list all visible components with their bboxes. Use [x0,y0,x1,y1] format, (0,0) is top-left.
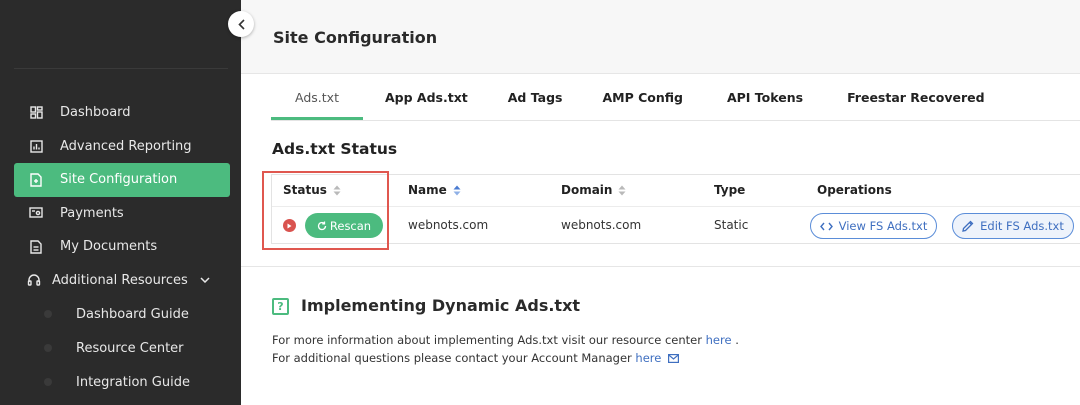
sidebar-item-label: Additional Resources [52,272,188,288]
column-header-name[interactable]: Name [408,183,461,197]
sidebar-item-label: Dashboard [60,105,131,121]
column-header-type: Type [714,183,746,197]
headset-icon [26,272,42,288]
tab-ad-tags[interactable]: Ad Tags [508,82,563,120]
bullet-icon [44,344,52,352]
tab-api-tokens[interactable]: API Tokens [727,82,803,120]
sidebar-item-advanced-reporting[interactable]: Advanced Reporting [14,130,230,164]
sidebar-collapse-button[interactable] [228,11,254,37]
column-header-status[interactable]: Status [283,183,341,197]
edit-fs-ads-txt-button[interactable]: Edit FS Ads.txt [952,213,1074,239]
table-header: Status Name Domain Type Operations [272,175,1080,207]
bullet-icon [44,378,52,386]
tab-freestar-recovered[interactable]: Freestar Recovered [847,82,985,120]
info-text: For additional questions please contact … [272,351,632,365]
view-button-label: View FS Ads.txt [838,219,928,233]
code-icon [819,222,839,231]
chevron-down-icon [200,277,210,284]
payments-icon [28,205,44,221]
report-icon [28,138,44,154]
sidebar-item-site-configuration[interactable]: Site Configuration [14,163,230,197]
sidebar-item-label: Advanced Reporting [60,138,192,154]
dashboard-icon [28,105,44,121]
sidebar-item-label: Site Configuration [60,172,178,188]
sidebar-subitem-label: Integration Guide [76,374,190,390]
status-error-icon [283,219,296,232]
sidebar-item-payments[interactable]: Payments [14,197,230,231]
sidebar-item-label: My Documents [60,239,158,255]
tab-divider [271,120,1080,121]
sidebar-subitem-resource-center[interactable]: Resource Center [14,331,230,365]
cell-domain: webnots.com [561,218,642,232]
bullet-icon [44,310,52,318]
info-line-account-manager: For additional questions please contact … [272,351,679,365]
account-manager-link[interactable]: here [635,351,679,365]
view-fs-ads-txt-button[interactable]: View FS Ads.txt [810,213,937,239]
info-line-resource-center: For more information about implementing … [272,333,739,347]
cell-name: webnots.com [408,218,489,232]
ads-txt-table: Status Name Domain Type Operations Resca… [271,174,1080,244]
help-icon: ? [272,298,289,315]
sidebar-divider [14,68,228,69]
sort-icon [618,185,626,196]
column-header-label: Domain [561,183,613,197]
sidebar-subitem-dashboard-guide[interactable]: Dashboard Guide [14,297,230,331]
section-title: Ads.txt Status [272,140,398,158]
column-header-label: Name [408,183,447,197]
info-title: Implementing Dynamic Ads.txt [301,296,581,315]
edit-button-label: Edit FS Ads.txt [980,219,1064,233]
document-icon [28,239,44,255]
sidebar-item-additional-resources[interactable]: Additional Resources [14,264,230,298]
tab-amp-config[interactable]: AMP Config [602,82,683,120]
chevron-left-icon [237,18,245,30]
account-manager-link-label: here [635,351,662,365]
tab-app-ads-txt[interactable]: App Ads.txt [385,82,468,120]
sidebar-subitem-integration-guide[interactable]: Integration Guide [14,365,230,399]
mail-icon [668,354,679,363]
info-text: For more information about implementing … [272,333,702,347]
refresh-icon [317,221,330,231]
sidebar-nav: Dashboard Advanced Reporting Site Config… [14,96,230,399]
page-header: Site Configuration [241,0,1080,74]
info-text-suffix: . [735,333,739,347]
sidebar: Dashboard Advanced Reporting Site Config… [0,0,241,405]
sort-icon [333,185,341,196]
pencil-icon [962,220,980,232]
sidebar-item-my-documents[interactable]: My Documents [14,230,230,264]
resource-center-link[interactable]: here [706,333,732,347]
tab-ads-txt[interactable]: Ads.txt [271,82,363,120]
sort-icon [453,185,461,196]
column-header-operations: Operations [817,183,892,197]
rescan-label: Rescan [329,218,372,233]
page-title: Site Configuration [273,28,438,47]
sidebar-item-label: Payments [60,205,124,221]
tab-bar: Ads.txt App Ads.txt Ad Tags AMP Config A… [271,82,985,120]
cell-type: Static [714,218,749,232]
file-icon [28,172,44,188]
column-header-domain[interactable]: Domain [561,183,626,197]
sidebar-subitem-label: Resource Center [76,340,184,356]
content-divider [241,266,1080,267]
sidebar-item-dashboard[interactable]: Dashboard [14,96,230,130]
rescan-button[interactable]: Rescan [305,213,383,238]
column-header-label: Status [283,183,327,197]
sidebar-subitem-label: Dashboard Guide [76,306,189,322]
